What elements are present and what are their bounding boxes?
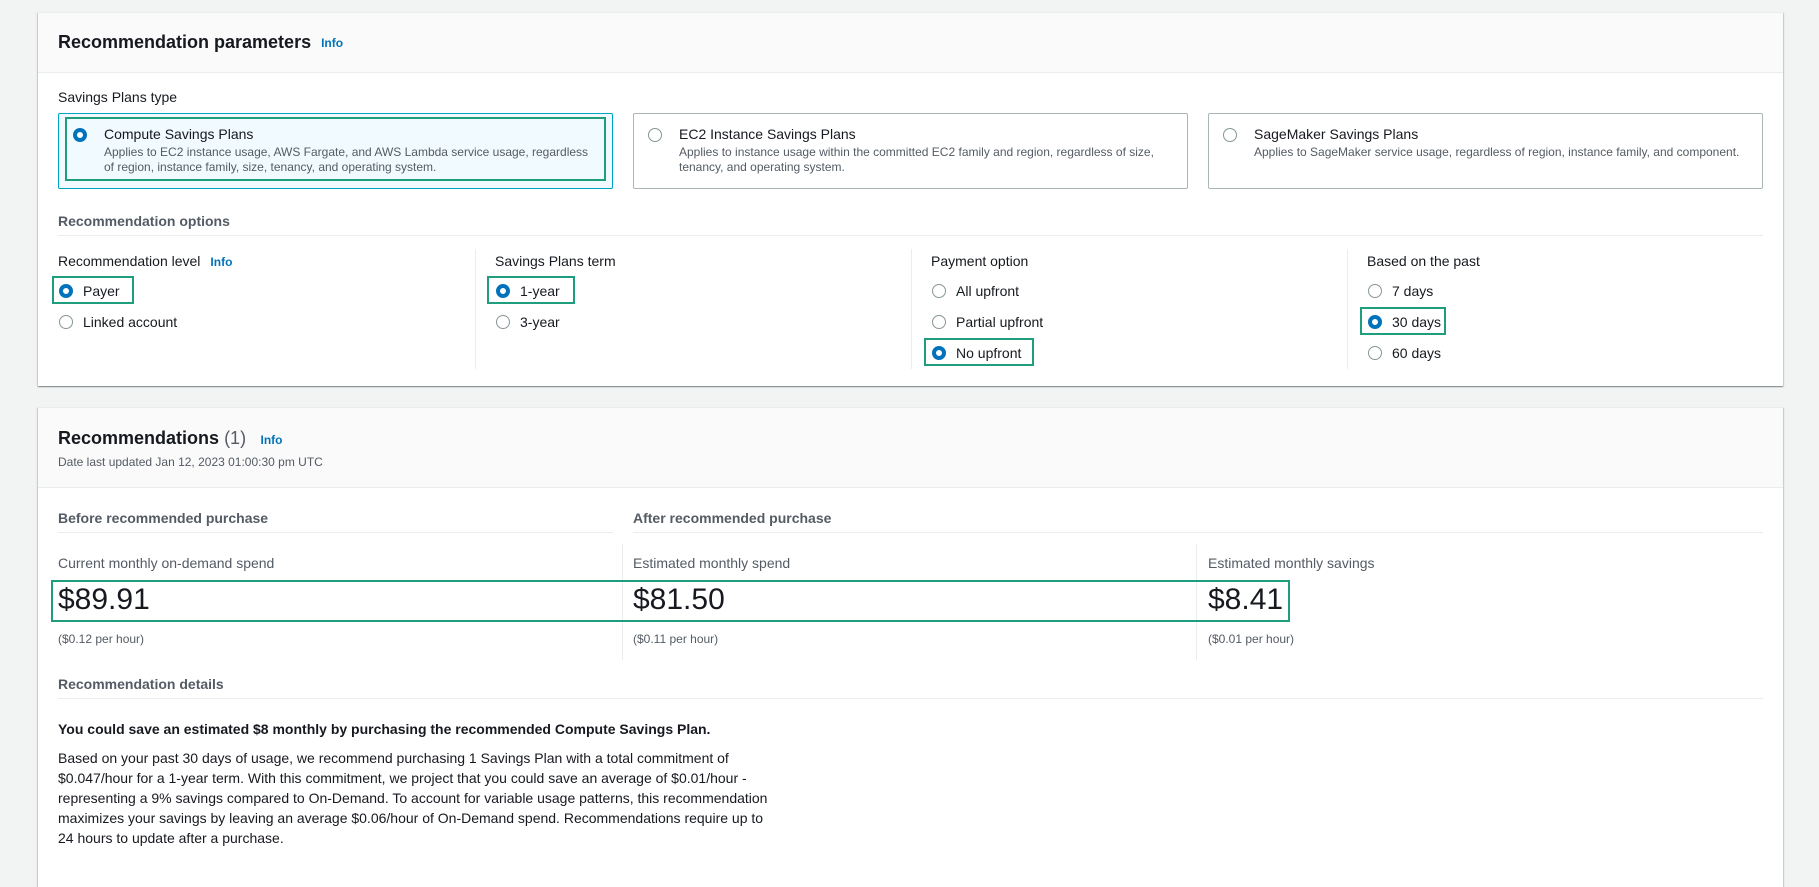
sagemaker-radio[interactable]: [1223, 128, 1237, 142]
radio-button[interactable]: [1368, 346, 1382, 360]
metric-label: Current monthly on-demand spend: [58, 555, 275, 571]
radio-label: All upfront: [956, 283, 1020, 299]
radio-3-year[interactable]: 3-year: [496, 314, 560, 330]
info-link[interactable]: Info: [321, 36, 343, 50]
radio-label: 7 days: [1392, 283, 1434, 299]
column-divider: [1347, 249, 1348, 369]
savings-plans-term-label: Savings Plans term: [495, 253, 616, 269]
last-updated: Date last updated Jan 12, 2023 01:00:30 …: [58, 455, 323, 469]
recommendation-count: (1): [224, 428, 247, 448]
highlight-box: [51, 580, 1290, 622]
radio-partial-upfront[interactable]: Partial upfront: [932, 314, 1043, 330]
info-link[interactable]: Info: [210, 255, 232, 269]
tile-description: Applies to SageMaker service usage, rega…: [1254, 145, 1740, 159]
divider: [58, 698, 1763, 699]
radio-all-upfront[interactable]: All upfront: [932, 283, 1019, 299]
tile-description: Applies to instance usage within the com…: [679, 145, 1154, 174]
metric-hourly: ($0.11 per hour): [633, 632, 719, 646]
divider: [633, 532, 1763, 533]
highlight-box: [1360, 307, 1446, 335]
recommendation-details-title: Recommendation details: [58, 676, 224, 692]
tile-title: SageMaker Savings Plans: [1254, 126, 1419, 142]
tile-sagemaker-savings-plans[interactable]: SageMaker Savings Plans Applies to SageM…: [1208, 113, 1763, 189]
highlight-box: [924, 338, 1034, 366]
tile-title: EC2 Instance Savings Plans: [679, 126, 856, 142]
highlight-box: [487, 276, 575, 304]
metric-label: Estimated monthly spend: [633, 555, 791, 571]
ec2-radio[interactable]: [648, 128, 662, 142]
recommendation-parameters-panel: Recommendation parameters Info Savings P…: [38, 12, 1783, 386]
radio-button[interactable]: [932, 284, 946, 298]
panel-title: Recommendation parameters: [58, 32, 312, 52]
divider: [58, 235, 1763, 236]
metric-hourly: ($0.01 per hour): [1208, 632, 1295, 646]
panel-header: Recommendations (1) Info Date last updat…: [38, 408, 1783, 488]
column-divider: [475, 249, 476, 369]
highlight-box: [52, 276, 134, 304]
radio-button[interactable]: [932, 315, 946, 329]
radio-label: 60 days: [1392, 345, 1442, 361]
radio-button[interactable]: [59, 315, 73, 329]
savings-headline: You could save an estimated $8 monthly b…: [58, 721, 711, 737]
radio-60-days[interactable]: 60 days: [1368, 345, 1441, 361]
before-purchase-title: Before recommended purchase: [58, 510, 269, 526]
tile-ec2-instance-savings-plans[interactable]: EC2 Instance Savings Plans Applies to in…: [633, 113, 1188, 189]
radio-label: Linked account: [83, 314, 178, 330]
panel-header: Recommendation parameters Info: [38, 13, 1783, 73]
radio-button[interactable]: [496, 315, 510, 329]
radio-label: Partial upfront: [956, 314, 1044, 330]
radio-7-days[interactable]: 7 days: [1368, 283, 1433, 299]
based-on-past-label: Based on the past: [1367, 253, 1480, 269]
radio-label: 3-year: [520, 314, 560, 330]
info-link[interactable]: Info: [261, 433, 283, 447]
metric-label: Estimated monthly savings: [1208, 555, 1375, 571]
metric-hourly: ($0.12 per hour): [58, 632, 145, 646]
savings-plans-type-label: Savings Plans type: [58, 89, 178, 105]
radio-button[interactable]: [1368, 284, 1382, 298]
recommendations-panel: Recommendations (1) Info Date last updat…: [38, 407, 1783, 887]
recommendation-body: Based on your past 30 days of usage, we …: [58, 750, 768, 846]
payment-option-label: Payment option: [931, 253, 1029, 269]
column-divider: [911, 249, 912, 369]
radio-linked-account[interactable]: Linked account: [59, 314, 177, 330]
highlight-box: [65, 117, 606, 181]
after-purchase-title: After recommended purchase: [633, 510, 832, 526]
divider: [58, 532, 613, 533]
panel-title: Recommendations (1): [58, 428, 247, 448]
recommendation-level-label: Recommendation level Info: [58, 253, 233, 269]
recommendation-options-title: Recommendation options: [58, 213, 230, 229]
